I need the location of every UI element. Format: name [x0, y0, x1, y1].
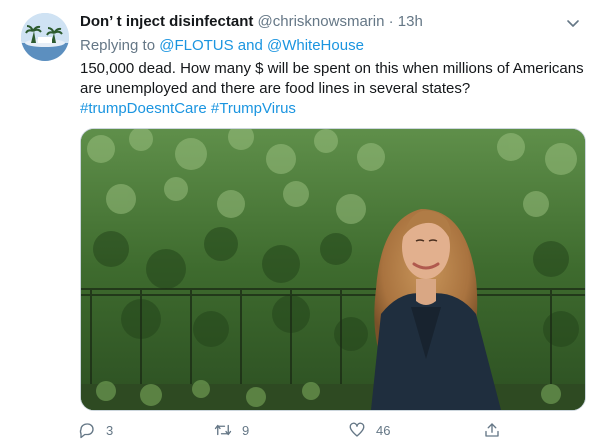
reply-count: 3 [106, 422, 114, 438]
reply-button[interactable]: 3 [78, 419, 113, 441]
replying-to-label: Replying to [80, 37, 156, 54]
hashtags[interactable]: #trumpDoesntCare #TrumpVirus [80, 99, 296, 119]
separator-dot: · [388, 13, 394, 30]
replying-to-links[interactable]: @FLOTUS and @WhiteHouse [159, 37, 364, 54]
avatar-image [21, 13, 69, 61]
tweet-photo[interactable] [80, 128, 586, 411]
retweet-count: 9 [242, 422, 250, 438]
handle[interactable]: @chrisknowsmarin [258, 13, 385, 30]
tweet[interactable]: Don’ t inject disinfectant @chrisknowsma… [0, 0, 594, 448]
like-count: 46 [376, 422, 391, 438]
tweet-actions: 3 9 46 [78, 419, 508, 441]
like-button[interactable]: 46 [348, 419, 390, 441]
retweet-button[interactable]: 9 [214, 419, 249, 441]
timestamp[interactable]: 13h [398, 13, 423, 30]
photo-garden-portrait [81, 129, 585, 410]
tweet-header: Don’ t inject disinfectant @chrisknowsma… [80, 13, 574, 33]
tweet-text: 150,000 dead. How many $ will be spent o… [80, 60, 584, 97]
reply-icon [79, 423, 94, 439]
replying-to: Replying to @FLOTUS and @WhiteHouse [80, 37, 364, 54]
heart-icon [349, 422, 365, 437]
share-icon [485, 423, 499, 437]
display-name[interactable]: Don’ t inject disinfectant [80, 13, 253, 30]
chevron-down-icon[interactable] [564, 14, 582, 32]
retweet-icon [214, 424, 232, 436]
avatar[interactable] [21, 13, 69, 61]
share-button[interactable] [483, 419, 501, 441]
